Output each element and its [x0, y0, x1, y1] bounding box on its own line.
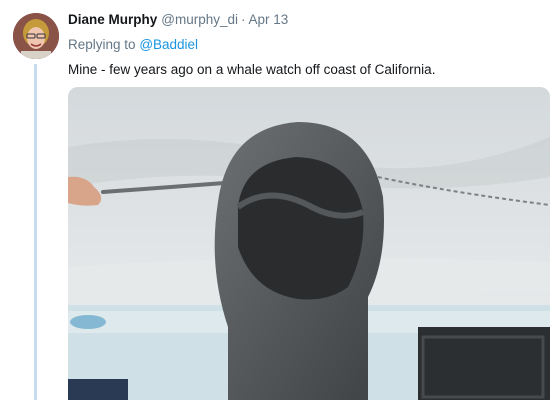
tweet-date[interactable]: Apr 13: [249, 12, 289, 27]
replying-prefix: Replying to: [68, 37, 136, 52]
reply-mention-link[interactable]: @Baddiel: [139, 37, 198, 52]
replying-to: Replying to @Baddiel: [68, 37, 198, 52]
author-handle[interactable]: @murphy_di: [161, 12, 238, 27]
photo-scene: [68, 87, 550, 400]
avatar[interactable]: [13, 13, 59, 59]
tweet[interactable]: Diane Murphy @murphy_di · Apr 13 Replyin…: [0, 0, 560, 400]
author-name[interactable]: Diane Murphy: [68, 12, 157, 27]
tweet-photo[interactable]: [68, 87, 550, 400]
tweet-header: Diane Murphy @murphy_di · Apr 13: [68, 12, 288, 32]
thread-line: [34, 64, 37, 400]
header-separator: ·: [241, 12, 246, 27]
tweet-text: Mine - few years ago on a whale watch of…: [68, 62, 436, 77]
